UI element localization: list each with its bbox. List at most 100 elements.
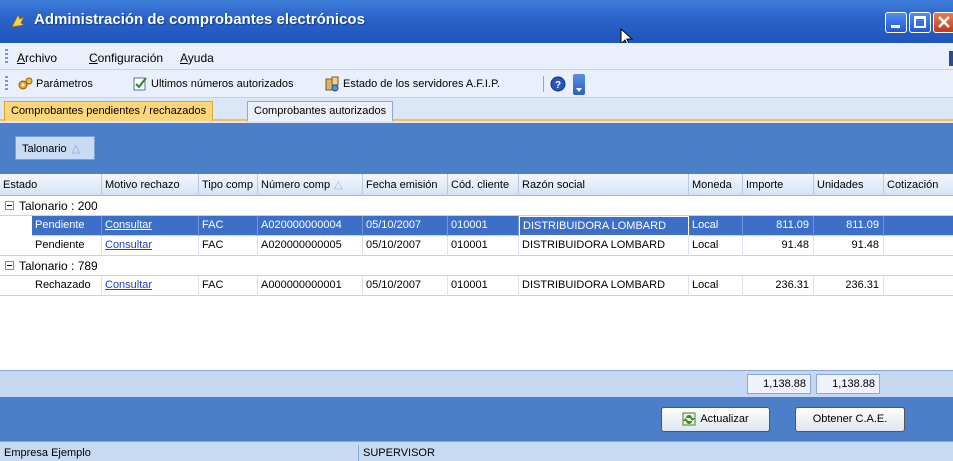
group-title: Talonario : 789: [19, 259, 98, 273]
cell-numero: A000000000001: [258, 276, 363, 296]
toolbar-grip[interactable]: [5, 76, 8, 91]
tab-pendientes-rechazados[interactable]: Comprobantes pendientes / rechazados: [4, 101, 214, 121]
group-chip-label: Talonario: [22, 143, 67, 155]
row-indent: [0, 216, 32, 236]
group-title: Talonario : 200: [19, 199, 98, 213]
cell-cliente: 010001: [448, 236, 519, 256]
estado-servidores-button[interactable]: Estado de los servidores A.F.I.P.: [324, 75, 500, 93]
column-header-motivo-rechazo[interactable]: Motivo rechazo: [102, 174, 199, 196]
grid-body: Talonario : 200 Pendiente Consultar FAC …: [0, 196, 953, 370]
cell-unidades: 811.09: [814, 216, 884, 236]
column-header-moneda[interactable]: Moneda: [689, 174, 743, 196]
cell-motivo: Consultar: [102, 216, 199, 236]
title-bar[interactable]: Administración de comprobantes electróni…: [0, 0, 953, 48]
actualizar-button[interactable]: Actualizar: [661, 407, 770, 432]
cell-moneda: Local: [689, 276, 743, 296]
cell-razon-social: DISTRIBUIDORA LOMBARD: [519, 236, 689, 256]
cell-cliente: 010001: [448, 276, 519, 296]
column-header-tipo-comp[interactable]: Tipo comp: [199, 174, 258, 196]
cell-tipo: FAC: [199, 276, 258, 296]
grid-header: Estado Motivo rechazo Tipo comp Número c…: [0, 174, 953, 196]
total-importe: 1,138.88: [747, 374, 811, 394]
cell-importe: 236.31: [743, 276, 814, 296]
close-button[interactable]: [933, 12, 953, 33]
app-icon: [11, 14, 25, 28]
group-by-panel: Talonario △: [0, 123, 953, 174]
help-icon: ?: [550, 76, 566, 92]
consultar-link[interactable]: Consultar: [105, 279, 152, 291]
collapse-icon[interactable]: [5, 201, 14, 210]
menu-archivo[interactable]: Archivo: [17, 51, 57, 65]
cell-importe: 811.09: [743, 216, 814, 236]
minimize-button[interactable]: [885, 12, 907, 33]
column-header-razon-social[interactable]: Razón social: [519, 174, 689, 196]
cell-fecha: 05/10/2007: [363, 216, 448, 236]
column-header-unidades[interactable]: Unidades: [814, 174, 884, 196]
cell-moneda: Local: [689, 216, 743, 236]
ultimos-label: Ultimos números autorizados: [151, 78, 294, 90]
cell-unidades: 236.31: [814, 276, 884, 296]
cell-motivo: Consultar: [102, 276, 199, 296]
consultar-link[interactable]: Consultar: [105, 219, 152, 231]
tab-autorizados[interactable]: Comprobantes autorizados: [247, 101, 394, 121]
table-row[interactable]: Pendiente Consultar FAC A020000000004 05…: [0, 216, 953, 236]
status-empresa: Empresa Ejemplo: [4, 447, 91, 459]
cell-importe: 91.48: [743, 236, 814, 256]
cell-moneda: Local: [689, 236, 743, 256]
cell-numero: A020000000005: [258, 236, 363, 256]
cell-estado: Rechazado: [32, 276, 102, 296]
status-bar: Empresa Ejemplo SUPERVISOR: [0, 441, 953, 461]
table-row[interactable]: Rechazado Consultar FAC A000000000001 05…: [0, 276, 953, 296]
parametros-label: Parámetros: [36, 78, 93, 90]
cell-cotizacion: [884, 276, 953, 296]
help-button[interactable]: ?: [550, 75, 569, 93]
menu-ayuda[interactable]: Ayuda: [180, 51, 214, 65]
refresh-icon: [682, 412, 696, 426]
consultar-link[interactable]: Consultar: [105, 239, 152, 251]
column-header-cod-cliente[interactable]: Cód. cliente: [448, 174, 519, 196]
menubar-edge: [949, 51, 953, 66]
main-window: Administración de comprobantes electróni…: [0, 0, 953, 461]
group-chip-talonario[interactable]: Talonario △: [15, 136, 95, 160]
cell-estado: Pendiente: [32, 216, 102, 236]
cell-motivo: Consultar: [102, 236, 199, 256]
cell-fecha: 05/10/2007: [363, 236, 448, 256]
menubar-grip[interactable]: [5, 49, 8, 64]
column-header-fecha-emision[interactable]: Fecha emisión: [363, 174, 448, 196]
cell-fecha: 05/10/2007: [363, 276, 448, 296]
parametros-button[interactable]: Parámetros: [17, 75, 93, 93]
toolbar: Parámetros Ultimos números autorizados E…: [0, 70, 953, 98]
settings-gear-icon: [18, 77, 33, 90]
cell-cliente: 010001: [448, 216, 519, 236]
maximize-button[interactable]: [909, 12, 931, 33]
cell-numero: A020000000004: [258, 216, 363, 236]
cell-estado: Pendiente: [32, 236, 102, 256]
sort-ascending-icon: △: [71, 143, 81, 155]
obtener-cae-button[interactable]: Obtener C.A.E.: [795, 407, 905, 432]
column-header-numero-comp[interactable]: Número comp △: [258, 174, 363, 196]
column-header-estado[interactable]: Estado: [0, 174, 102, 196]
group-row-talonario-200[interactable]: Talonario : 200: [0, 196, 953, 216]
action-panel: Actualizar Obtener C.A.E.: [0, 397, 953, 441]
tab-strip: Comprobantes pendientes / rechazados Com…: [0, 99, 953, 121]
menu-configuracion[interactable]: Configuración: [89, 51, 163, 65]
ultimos-numeros-button[interactable]: Ultimos números autorizados: [132, 75, 293, 93]
numero-comp-label: Número comp: [261, 179, 331, 191]
collapse-icon[interactable]: [5, 261, 14, 270]
column-header-cotizacion[interactable]: Cotización: [884, 174, 953, 196]
cell-razon-social: DISTRIBUIDORA LOMBARD: [519, 216, 689, 236]
sort-indicator-icon: △: [334, 179, 343, 191]
table-row[interactable]: Pendiente Consultar FAC A020000000005 05…: [0, 236, 953, 256]
grid-footer-totals: 1,138.88 1,138.88: [0, 370, 953, 397]
column-header-importe[interactable]: Importe: [743, 174, 814, 196]
cell-unidades: 91.48: [814, 236, 884, 256]
group-row-talonario-789[interactable]: Talonario : 789: [0, 256, 953, 276]
menu-bar: Archivo Configuración Ayuda: [0, 43, 953, 70]
toolbar-overflow-button[interactable]: [573, 74, 585, 95]
close-icon: [938, 16, 950, 28]
chevron-down-icon: [576, 88, 582, 92]
svg-text:?: ?: [555, 80, 561, 91]
cell-razon-social: DISTRIBUIDORA LOMBARD: [519, 276, 689, 296]
status-usuario: SUPERVISOR: [358, 445, 953, 461]
window-title: Administración de comprobantes electróni…: [34, 11, 365, 28]
